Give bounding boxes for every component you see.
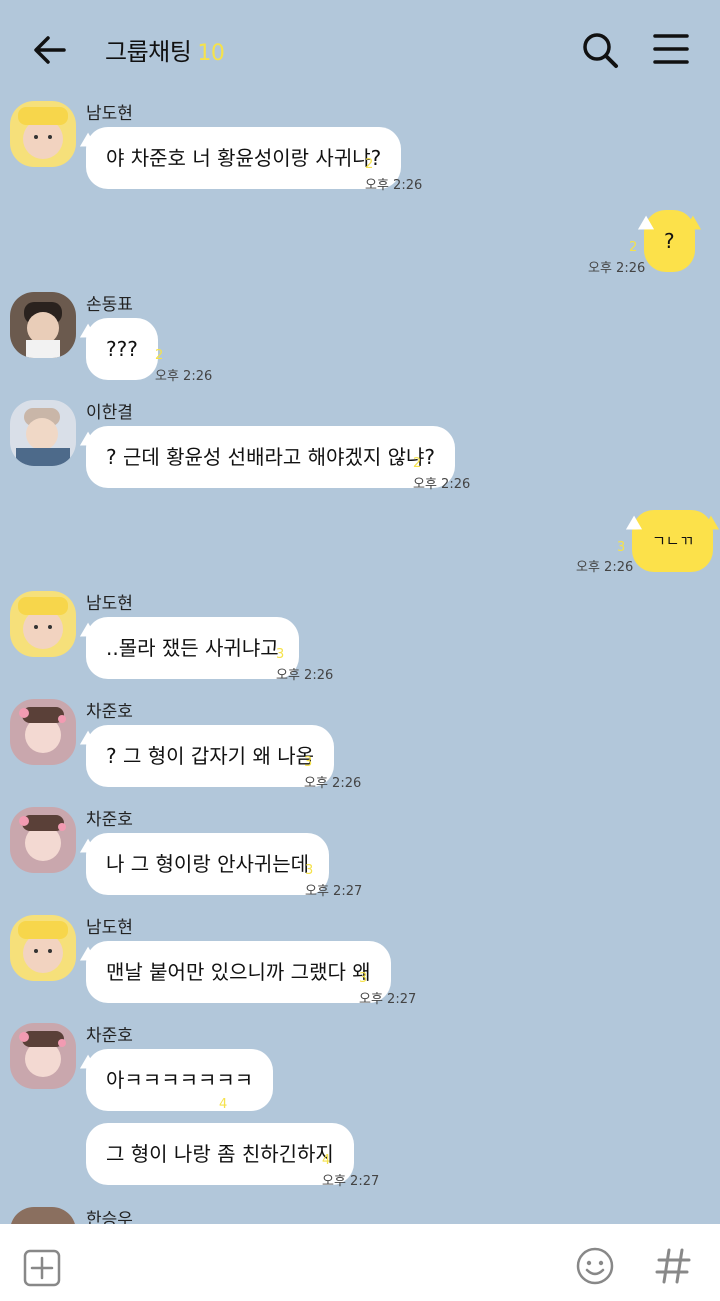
hashtag-icon[interactable] (654, 1244, 692, 1288)
sender-name: 차준호 (86, 702, 133, 722)
message-bubble[interactable]: 아ㅋㅋㅋㅋㅋㅋㅋ (86, 1049, 274, 1111)
message-bubble[interactable]: ..몰라 쟀든 사귀냐고 (86, 617, 299, 679)
message-time: 오후 2:26 (413, 477, 471, 492)
chat-title-text: 그룹채팅 (105, 38, 192, 66)
avatar[interactable] (10, 915, 76, 981)
avatar[interactable] (10, 807, 76, 873)
avatar[interactable] (10, 101, 76, 167)
menu-icon[interactable] (652, 32, 690, 66)
avatar[interactable] (10, 1023, 76, 1089)
sender-name: 남도현 (86, 104, 133, 124)
unread-count: 2 (155, 348, 164, 363)
message-time: 오후 2:26 (576, 560, 634, 575)
unread-count: 4 (219, 1097, 228, 1112)
my-message-bubble[interactable]: ? (644, 210, 695, 272)
message-bubble[interactable]: ??? (86, 318, 158, 380)
chat-header: 그룹채팅 10 (0, 0, 720, 96)
message-bubble[interactable]: ? 근데 황윤성 선배라고 해야겠지 않냐? (86, 426, 456, 488)
search-icon[interactable] (580, 30, 620, 70)
unread-count: 3 (305, 863, 314, 878)
message-bubble[interactable]: 야 차준호 너 황윤성이랑 사귀냐? (86, 127, 402, 189)
message-time: 오후 2:27 (359, 992, 417, 1007)
message-bubble[interactable]: ? 그 형이 갑자기 왜 나옴 (86, 725, 335, 787)
sender-name: 차준호 (86, 1026, 133, 1046)
unread-count: 3 (276, 647, 285, 662)
sender-name: 남도현 (86, 918, 133, 938)
message-time: 오후 2:26 (155, 369, 213, 384)
message-bubble[interactable]: 맨날 붙어만 있으니까 그랬다 왜 (86, 941, 391, 1003)
sender-name: 남도현 (86, 594, 133, 614)
message-time: 오후 2:26 (304, 776, 362, 791)
avatar[interactable] (10, 591, 76, 657)
message-time: 오후 2:26 (588, 261, 646, 276)
sender-name: 손동표 (86, 295, 133, 315)
message-time: 오후 2:26 (276, 668, 334, 683)
unread-count: 2 (629, 240, 638, 255)
plus-icon[interactable] (22, 1248, 62, 1288)
message-bubble[interactable]: 나 그 형이랑 안사귀는데 (86, 833, 330, 895)
sender-name: 이한결 (86, 403, 133, 423)
back-arrow-icon[interactable] (28, 28, 72, 72)
avatar[interactable] (10, 699, 76, 765)
message-time: 오후 2:26 (365, 178, 423, 193)
avatar[interactable] (10, 400, 76, 466)
message-bubble[interactable]: 그 형이 나랑 좀 친하긴하지 (86, 1123, 354, 1185)
avatar[interactable] (10, 292, 76, 358)
member-count: 10 (197, 41, 225, 66)
unread-count: 3 (617, 540, 626, 555)
unread-count: 3 (359, 971, 368, 986)
chat-title: 그룹채팅 10 (105, 32, 225, 67)
unread-count: 2 (413, 456, 422, 471)
sender-name: 차준호 (86, 810, 133, 830)
emoji-icon[interactable] (575, 1246, 615, 1286)
unread-count: 3 (304, 755, 313, 770)
message-time: 오후 2:27 (305, 884, 363, 899)
unread-count: 4 (322, 1153, 331, 1168)
input-bar (0, 1224, 720, 1301)
my-message-bubble[interactable]: ㄱㄴㄲ (632, 510, 714, 572)
message-time: 오후 2:27 (322, 1174, 380, 1189)
unread-count: 2 (365, 157, 374, 172)
